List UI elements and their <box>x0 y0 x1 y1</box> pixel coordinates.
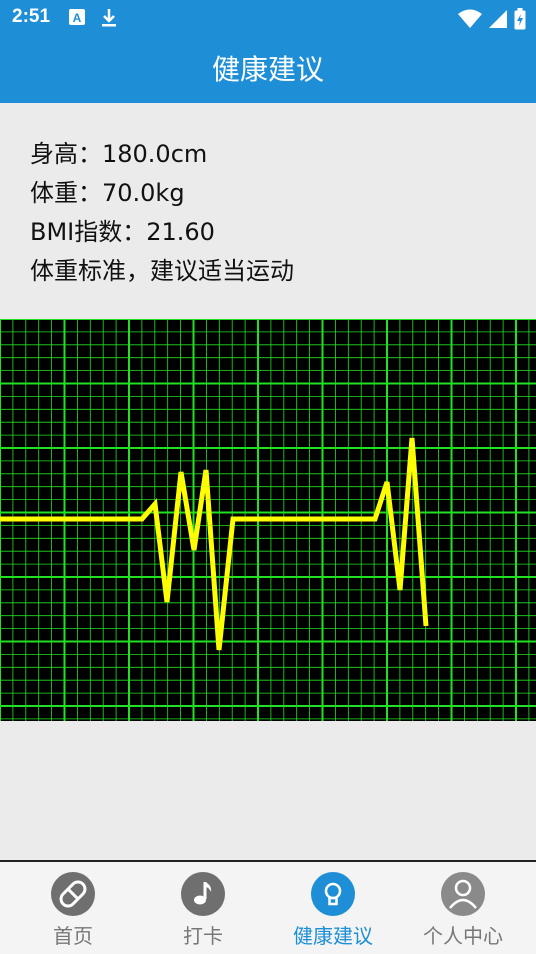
signal-icon <box>489 10 507 28</box>
status-bar: 2:51 A <box>0 0 536 36</box>
weight-text: 体重：70.0kg <box>30 179 185 207</box>
status-right-icons <box>458 8 526 30</box>
nav-label-profile: 个人中心 <box>423 924 503 948</box>
health-info: 身高：180.0cm 体重：70.0kg BMI指数：21.60 体重标准，建议… <box>30 135 510 291</box>
nav-item-profile[interactable]: 个人中心 <box>396 872 530 952</box>
nav-label-checkin: 打卡 <box>183 924 223 948</box>
wifi-icon <box>458 9 482 28</box>
status-time: 2:51 <box>12 6 51 27</box>
status-left-icons: A <box>68 8 118 28</box>
ecg-graphic <box>0 318 536 721</box>
ecg-chart <box>0 318 536 721</box>
svg-text:A: A <box>73 11 82 25</box>
lightbulb-icon <box>311 872 355 916</box>
keyboard-a-icon: A <box>69 9 85 25</box>
nav-label-home: 首页 <box>53 924 93 948</box>
music-note-icon <box>181 872 225 916</box>
person-icon <box>441 872 485 916</box>
app-header: 健康建议 <box>0 36 536 103</box>
nav-label-health-advice: 健康建议 <box>293 924 373 948</box>
page-title: 健康建议 <box>211 53 324 86</box>
download-icon <box>102 9 116 27</box>
pill-icon <box>51 872 95 916</box>
bottom-nav: 首页 打卡 健康建议 个人中心 <box>0 860 536 954</box>
battery-icon <box>514 8 526 30</box>
nav-item-home[interactable]: 首页 <box>6 872 140 952</box>
bmi-text: BMI指数：21.60 <box>30 218 215 246</box>
nav-item-health-advice[interactable]: 健康建议 <box>266 872 400 952</box>
advice-text: 体重标准，建议适当运动 <box>30 257 294 285</box>
height-text: 身高：180.0cm <box>30 140 208 168</box>
nav-item-checkin[interactable]: 打卡 <box>136 872 270 952</box>
